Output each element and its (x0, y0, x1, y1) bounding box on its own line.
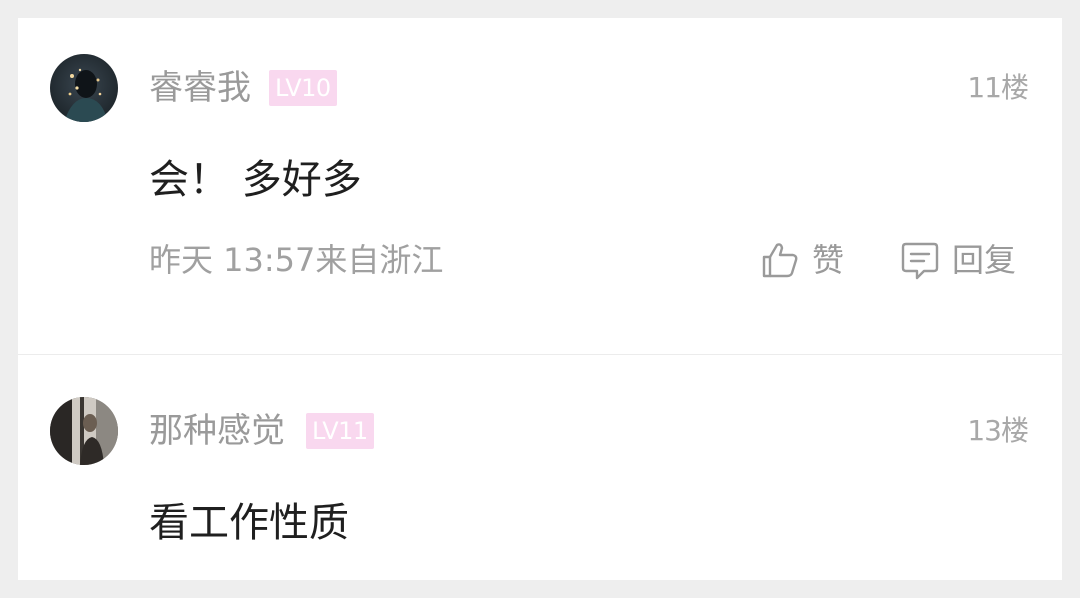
comment-meta: 昨天 13:57来自浙江 (149, 241, 444, 279)
reply-label: 回复 (952, 241, 1017, 279)
level-badge: LV11 (306, 413, 374, 449)
comment-item: 那种感觉 LV11 13楼 看工作性质 (18, 355, 1062, 580)
thumbs-up-icon (760, 240, 800, 280)
like-button[interactable]: 赞 (760, 238, 844, 282)
comment-text: 看工作性质 (149, 500, 349, 546)
floor-number: 13楼 (967, 414, 1029, 447)
floor-number: 11楼 (967, 71, 1029, 104)
username[interactable]: 那种感觉 (149, 411, 285, 451)
comment-bubble-icon (900, 240, 940, 280)
like-label: 赞 (812, 241, 845, 279)
avatar[interactable] (50, 397, 118, 465)
avatar[interactable] (50, 54, 118, 122)
username[interactable]: 睿睿我 (149, 68, 251, 108)
comment-item: 睿睿我 LV10 11楼 会！ 多好多 昨天 13:57来自浙江 赞 回复 (18, 18, 1062, 354)
comment-text: 会！ 多好多 (149, 157, 362, 203)
comment-list: 睿睿我 LV10 11楼 会！ 多好多 昨天 13:57来自浙江 赞 回复 那种… (18, 18, 1062, 580)
level-badge: LV10 (269, 70, 337, 106)
reply-button[interactable]: 回复 (900, 238, 1016, 282)
